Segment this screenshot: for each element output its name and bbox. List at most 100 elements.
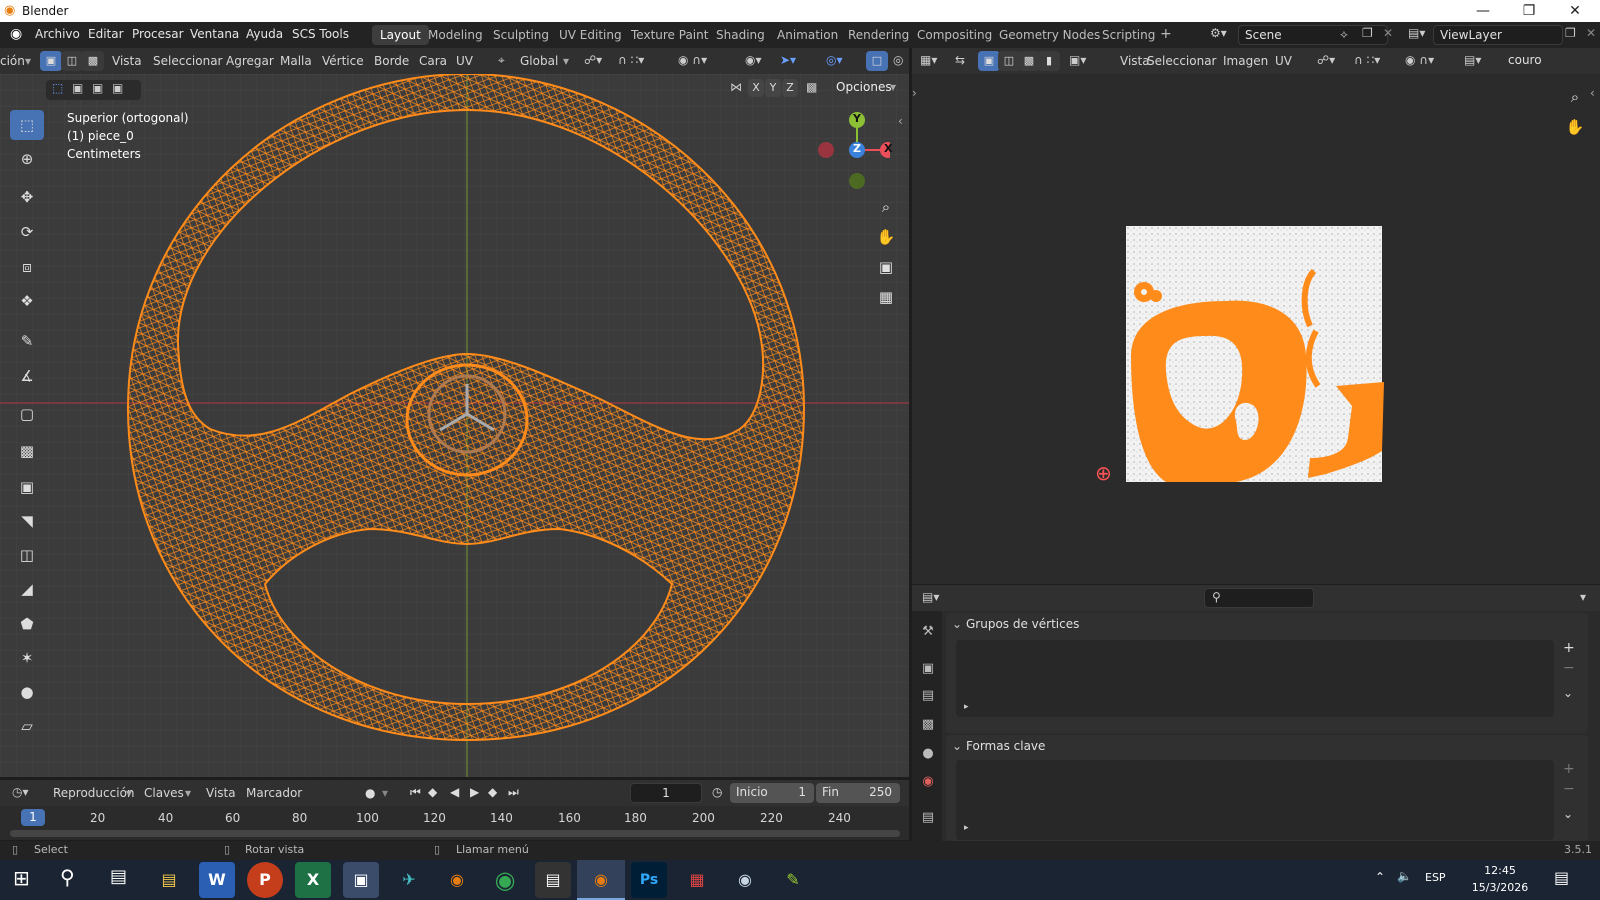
add-cube-tool[interactable]: ▢	[10, 399, 44, 429]
steam-icon[interactable]: ◉	[727, 862, 763, 898]
next-keyframe-icon[interactable]: ◆	[488, 785, 497, 799]
timeline-scrollbar[interactable]	[10, 830, 900, 837]
2d-cursor-icon[interactable]: ⊕	[1095, 461, 1112, 485]
select-extend-icon[interactable]: ▣	[72, 81, 83, 95]
sync-selection-icon[interactable]: ⇆	[955, 53, 965, 67]
keying-menu[interactable]: Claves	[144, 786, 184, 800]
menu-vertice[interactable]: Vértice	[322, 54, 364, 68]
uv-island-select-icon[interactable]: ▮	[1038, 51, 1060, 71]
select-invert-icon[interactable]: ▣	[112, 81, 123, 95]
tab-shading[interactable]: Shading	[708, 25, 773, 45]
delete-scene-icon[interactable]: ✕	[1383, 26, 1393, 40]
poly-build-tool[interactable]: ⬟	[10, 609, 44, 639]
prev-keyframe-icon[interactable]: ◆	[428, 785, 437, 799]
word-icon[interactable]: W	[199, 862, 235, 898]
tray-chevron-icon[interactable]: ⌃	[1375, 870, 1385, 884]
menu-agregar[interactable]: Agregar	[226, 54, 274, 68]
axis-x-toggle[interactable]: X	[748, 79, 764, 97]
app-icon-2[interactable]: ✈	[391, 862, 427, 898]
panel-collapse-icon[interactable]: ⌄	[952, 739, 962, 753]
viewlayer-icon[interactable]: ▤▾	[1408, 26, 1425, 40]
image-name-field[interactable]: couro	[1502, 51, 1600, 71]
list-expand-icon[interactable]: ▸	[964, 702, 969, 712]
chevron-down-icon[interactable]: ▾	[1580, 590, 1586, 604]
chevron-down-icon[interactable]: ▾	[563, 54, 569, 68]
play-icon[interactable]: ▶	[470, 785, 479, 799]
blender-taskbar-icon[interactable]: ◉	[439, 862, 475, 898]
bevel-tool[interactable]: ◥	[10, 506, 44, 536]
end-frame-field[interactable]: Fin 250	[816, 783, 900, 803]
zoom-icon[interactable]: ⌕	[873, 194, 899, 220]
view-layer-icon[interactable]: ▩	[918, 715, 938, 735]
tool-settings-icon[interactable]: ⚒	[918, 622, 938, 642]
editor-type-icon[interactable]: ▦▾	[920, 53, 937, 67]
excel-icon[interactable]: X	[295, 862, 331, 898]
blender-menu-icon[interactable]: ◉	[10, 26, 22, 42]
select-new-icon[interactable]: ⬚	[52, 81, 63, 95]
timeline-editor-icon[interactable]: ◷▾	[12, 785, 29, 799]
chrome-icon[interactable]: ◉	[487, 862, 523, 898]
pin-icon[interactable]: ⟡	[1340, 27, 1348, 42]
jump-start-icon[interactable]: ⏮	[410, 785, 421, 800]
uv-menu-imagen[interactable]: Imagen	[1223, 54, 1268, 68]
axis-z-toggle[interactable]: Z	[782, 79, 798, 97]
world-icon[interactable]: ◉	[918, 772, 938, 792]
notifications-icon[interactable]: ▤	[1554, 868, 1569, 887]
app-icon-3[interactable]: ▤	[535, 862, 571, 898]
photoshop-icon[interactable]: Ps	[631, 862, 667, 898]
annotate-tool[interactable]: ✎	[10, 326, 44, 356]
sticky-mode-icon[interactable]: ▣▾	[1069, 53, 1086, 67]
blender-active-icon[interactable]: ◉	[583, 862, 619, 898]
timeline-view-menu[interactable]: Vista	[206, 786, 236, 800]
menu-cara[interactable]: Cara	[419, 54, 447, 68]
cursor-tool[interactable]: ⊕	[10, 144, 44, 174]
winrar-icon[interactable]: ▦	[679, 862, 715, 898]
uv-editor-canvas[interactable]: › ‹ ⌕ ✋ ⊕	[912, 74, 1600, 584]
orientation-selector[interactable]: Global	[520, 54, 558, 68]
language-indicator[interactable]: ESP	[1425, 871, 1446, 884]
tab-rendering[interactable]: Rendering	[840, 25, 917, 45]
current-frame-field[interactable]: 1	[630, 783, 702, 803]
transform-tool[interactable]: ❖	[10, 286, 44, 316]
menu-archivo[interactable]: Archivo	[35, 27, 80, 41]
camera-icon[interactable]: ▣	[873, 254, 899, 280]
vertex-select-icon[interactable]: ▣	[40, 51, 62, 71]
tab-modeling[interactable]: Modeling	[420, 25, 491, 45]
menu-uv[interactable]: UV	[456, 54, 473, 68]
uv-vertex-select-icon[interactable]: ▣	[978, 51, 1000, 71]
viewlayer-selector[interactable]: ViewLayer	[1433, 25, 1563, 45]
powerpoint-icon[interactable]: P	[247, 862, 283, 898]
extrude-tool[interactable]: ▩	[10, 436, 44, 466]
new-scene-icon[interactable]: ❐	[1362, 26, 1373, 40]
add-shape-key-button[interactable]: +	[1563, 761, 1575, 777]
delete-viewlayer-icon[interactable]: ✕	[1586, 26, 1596, 40]
properties-editor-icon[interactable]: ▤▾	[922, 590, 939, 604]
shape-keys-list[interactable]	[956, 760, 1554, 840]
windows-start-icon[interactable]: ⊞	[13, 866, 30, 890]
shape-keys-title[interactable]: Formas clave	[966, 739, 1045, 753]
rotate-tool[interactable]: ⟳	[10, 217, 44, 247]
shading-wireframe-icon[interactable]: ◎	[893, 53, 903, 67]
loop-cut-tool[interactable]: ◫	[10, 540, 44, 570]
task-view-icon[interactable]: ▤	[110, 866, 127, 887]
playback-menu[interactable]: Reproducción	[53, 786, 135, 800]
app-icon-1[interactable]: ▣	[343, 862, 379, 898]
visibility-icon[interactable]: ◉▾	[745, 53, 762, 67]
vertex-groups-list[interactable]	[956, 640, 1554, 717]
remove-vertex-group-button[interactable]: −	[1563, 660, 1575, 676]
select-subtract-icon[interactable]: ▣	[92, 81, 103, 95]
xray-icon[interactable]: □	[866, 51, 888, 71]
uv-pan-hand-icon[interactable]: ✋	[1562, 114, 1588, 140]
inset-tool[interactable]: ▣	[10, 472, 44, 502]
mirror-icon[interactable]: ⋈	[730, 80, 742, 94]
scene-icon[interactable]: ⚙▾	[1210, 26, 1227, 40]
tab-animation[interactable]: Animation	[769, 25, 846, 45]
toolbar-toggle-icon[interactable]: ›	[912, 86, 917, 100]
taskbar-search-icon[interactable]: ⚲	[60, 865, 75, 889]
uv-zoom-icon[interactable]: ⌕	[1562, 84, 1588, 110]
tab-sculpting[interactable]: Sculpting	[485, 25, 557, 45]
marker-menu[interactable]: Marcador	[246, 786, 302, 800]
mode-selector[interactable]: ción	[0, 54, 25, 68]
menu-scs-tools[interactable]: SCS Tools	[292, 27, 349, 41]
navigation-gizmo[interactable]	[810, 110, 890, 190]
